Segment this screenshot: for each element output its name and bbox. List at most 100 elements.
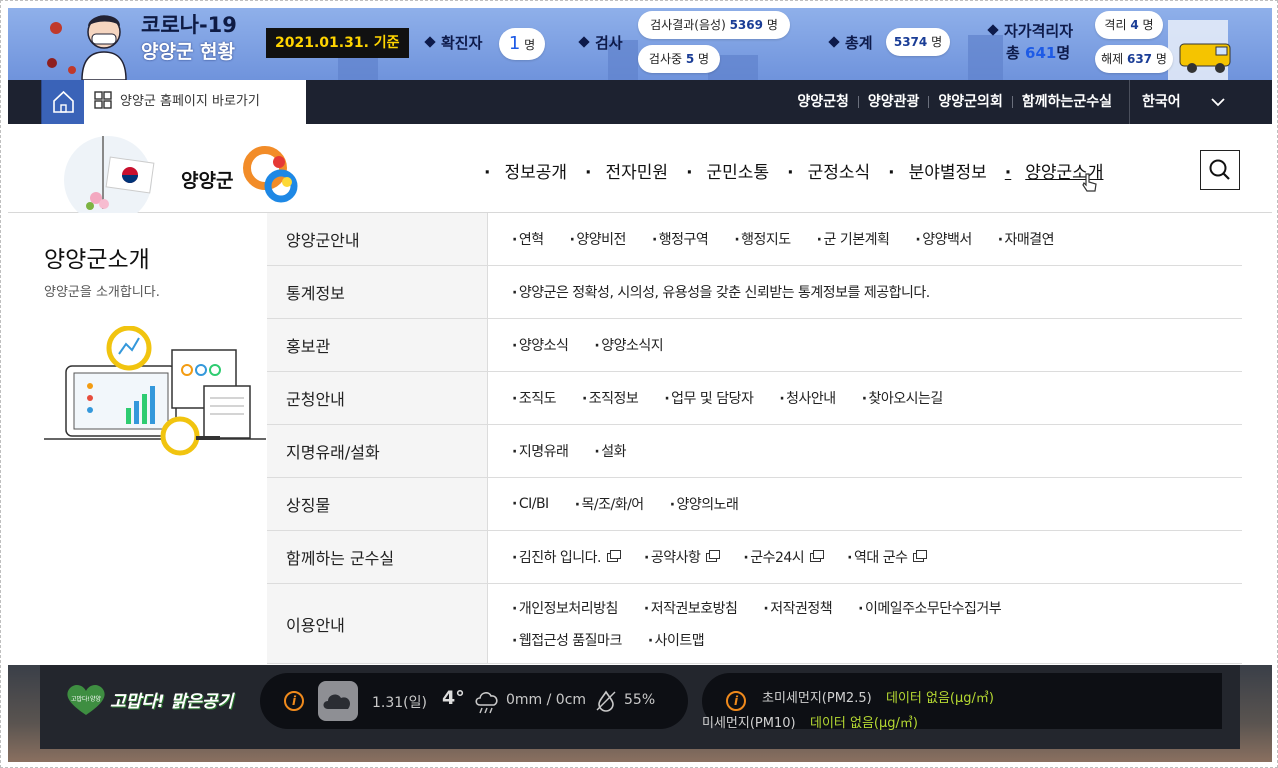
mega-menu-link[interactable]: 지명유래 — [512, 441, 569, 461]
mega-menu-link-label: 조직도 — [518, 391, 557, 407]
mega-menu-link[interactable]: 설화 — [594, 441, 626, 461]
mega-menu-link-label: 저작권정책 — [770, 600, 833, 617]
mega-menu-link[interactable]: 행정구역 — [652, 229, 709, 249]
mega-menu-link-label: 자매결연 — [1004, 232, 1055, 248]
new-window-icon — [810, 549, 825, 562]
confirmed-unit: 명 — [524, 38, 536, 52]
test-label: 검사 — [578, 32, 623, 53]
nav-info-disclosure[interactable]: 정보공개 — [484, 158, 567, 183]
covid-date-badge: 2021.01.31. 기준 — [266, 28, 409, 58]
mega-menu-link[interactable]: 저작권보호방침 — [644, 598, 738, 618]
covid-banner[interactable]: 코로나-19 양양군 현황 2021.01.31. 기준 확진자 1 명 검사 … — [8, 8, 1272, 80]
divider — [1011, 96, 1013, 108]
ambulance-illustration — [1179, 43, 1231, 73]
mega-menu-link[interactable]: 김진하 입니다. — [512, 547, 622, 567]
site-logo[interactable]: 양양군 — [48, 124, 308, 213]
mega-menu-links: 연혁 양양비전 행정구역 행정지도 군 기본계획 양양백서 자매결연 — [488, 213, 1242, 265]
mega-menu-link[interactable]: 양양백서 — [915, 229, 972, 249]
mega-menu-link[interactable]: 행정지도 — [734, 229, 791, 249]
mega-menu-link[interactable]: 청사안내 — [779, 388, 836, 408]
mega-menu-link-label: 양양백서 — [922, 232, 972, 248]
mega-menu-link[interactable]: 군수24시 — [743, 547, 825, 567]
mega-menu-row: 이용안내 개인정보처리방침 저작권보호방침 저작권정책 이메일주소무단수집거부웹접근성 … — [267, 584, 1242, 664]
language-select[interactable]: 한국어 — [1129, 80, 1239, 124]
mega-menu-row: 통계정보 양양군은 정확성, 시의성, 유용성을 갖춘 신뢰받는 통계정보를 제공… — [267, 266, 1242, 319]
main-navigation: 정보공개전자민원군민소통군정소식분야별정보양양군소개 — [484, 158, 1121, 183]
mega-menu-link[interactable]: 양양의노래 — [670, 494, 739, 514]
mega-menu-link[interactable]: 개인정보처리방침 — [512, 598, 619, 618]
mega-menu-link-label: 연혁 — [518, 232, 544, 248]
test-pending-value: 5 — [685, 52, 695, 66]
mega-menu-link[interactable]: 사이트맵 — [648, 630, 705, 650]
clean-air-logo[interactable]: 고맙다!양양 고맙다! 맑은공기 — [64, 683, 244, 717]
mega-menu-link[interactable]: 역대 군수 — [847, 547, 928, 567]
mega-menu-category[interactable]: 통계정보 — [267, 266, 488, 318]
top-link-yangyang-tour[interactable]: 양양관광 — [868, 94, 920, 110]
mega-menu-link[interactable]: 조직정보 — [582, 388, 639, 408]
mega-menu-link[interactable]: 공약사항 — [644, 547, 721, 567]
mega-menu-category[interactable]: 이용안내 — [267, 584, 488, 663]
mega-menu-link[interactable]: 조직도 — [512, 388, 557, 408]
page-viewport: 코로나-19 양양군 현황 2021.01.31. 기준 확진자 1 명 검사 … — [8, 8, 1272, 762]
diamond-icon — [987, 23, 999, 36]
mega-menu-link[interactable]: 자매결연 — [998, 229, 1055, 249]
language-label: 한국어 — [1142, 94, 1181, 110]
mega-menu-link[interactable]: 양양소식 — [512, 335, 569, 355]
mega-menu-category[interactable]: 지명유래/설화 — [267, 425, 488, 477]
clean-air-badge: 고맙다!양양 — [70, 696, 101, 703]
nav-citizen-communication[interactable]: 군민소통 — [686, 158, 770, 183]
mega-menu-link[interactable]: 양양소식지 — [594, 335, 663, 355]
total-value: 5374 — [893, 35, 928, 49]
covid-title: 코로나-19 — [141, 13, 237, 37]
nav-e-petition[interactable]: 전자민원 — [585, 158, 669, 183]
quarantine-total: 총 641명 — [1006, 44, 1071, 62]
mega-menu-link[interactable]: 목/조/화/어 — [575, 494, 645, 514]
mega-menu: 양양군소개 양양군을 소개합니다. 양양군안내 연혁 양양비전 행정구역 행정지도 군 기… — [8, 213, 1272, 665]
diamond-icon — [578, 35, 590, 48]
mega-menu-link-label: 양양의노래 — [676, 497, 739, 513]
mega-menu-link-label: 군 기본계획 — [823, 232, 890, 248]
mega-menu-link[interactable]: CI/BI — [512, 496, 549, 512]
info-icon[interactable]: i — [726, 691, 746, 711]
mega-menu-category[interactable]: 홍보관 — [267, 319, 488, 371]
top-link-yangyang-county[interactable]: 양양군청 — [797, 94, 849, 110]
mega-menu-category[interactable]: 상징물 — [267, 478, 488, 530]
search-button[interactable] — [1200, 150, 1240, 190]
mega-menu-link[interactable]: 찾아오시는길 — [862, 388, 944, 408]
home-icon — [53, 90, 74, 113]
isolated-pill: 격리 4 명 — [1095, 11, 1163, 39]
mega-menu-category[interactable]: 양양군안내 — [267, 213, 488, 265]
mega-menu-links: 양양군은 정확성, 시의성, 유용성을 갖춘 신뢰받는 통계정보를 제공합니다. — [488, 266, 1242, 318]
mega-menu-category[interactable]: 군청안내 — [267, 372, 488, 424]
top-link-county-council[interactable]: 양양군의회 — [938, 94, 1002, 110]
released-value: 637 — [1126, 52, 1153, 66]
home-button[interactable] — [41, 80, 84, 124]
mega-menu-link[interactable]: 웹접근성 품질마크 — [512, 630, 623, 650]
mega-menu-row: 홍보관 양양소식 양양소식지 — [267, 319, 1242, 372]
mouse-cursor-icon — [1082, 173, 1097, 192]
mega-menu-link-label: 김진하 입니다. — [518, 550, 602, 566]
mega-menu-row: 지명유래/설화 지명유래 설화 — [267, 425, 1242, 478]
mega-menu-link[interactable]: 업무 및 담당자 — [664, 388, 754, 408]
mega-menu-table: 양양군안내 연혁 양양비전 행정구역 행정지도 군 기본계획 양양백서 자매결연통계정보 양양군… — [267, 213, 1242, 664]
divider — [928, 96, 930, 108]
homepage-shortcut-button[interactable]: 양양군 홈페이지 바로가기 — [84, 80, 306, 124]
mega-menu-link[interactable]: 이메일주소무단수집거부 — [858, 598, 1002, 618]
nav-field-info[interactable]: 분야별정보 — [888, 158, 987, 183]
mega-menu-link-label: 양양비전 — [576, 232, 626, 248]
mega-menu-category[interactable]: 함께하는 군수실 — [267, 531, 488, 583]
isolated-value: 4 — [1130, 18, 1139, 32]
mega-menu-link[interactable]: 연혁 — [512, 229, 544, 249]
mega-menu-link[interactable]: 저작권정책 — [763, 598, 832, 618]
pm25-value: 데이터 없음(μg/㎥) — [886, 691, 994, 706]
mega-menu-link[interactable]: 군 기본계획 — [817, 229, 890, 249]
mega-menu-link[interactable]: 양양군은 정확성, 시의성, 유용성을 갖춘 신뢰받는 통계정보를 제공합니다. — [512, 282, 930, 302]
top-link-governor-office[interactable]: 함께하는군수실 — [1022, 94, 1112, 110]
weather-date: 1.31(일) — [372, 695, 427, 711]
info-icon[interactable]: i — [284, 691, 304, 711]
nav-county-news[interactable]: 군정소식 — [787, 158, 871, 183]
mega-menu-link[interactable]: 양양비전 — [570, 229, 626, 249]
mega-menu-links: CI/BI 목/조/화/어 양양의노래 — [488, 478, 1242, 530]
mega-menu-link-label: 양양소식지 — [601, 338, 664, 354]
logo-text: 양양군 — [181, 170, 234, 192]
